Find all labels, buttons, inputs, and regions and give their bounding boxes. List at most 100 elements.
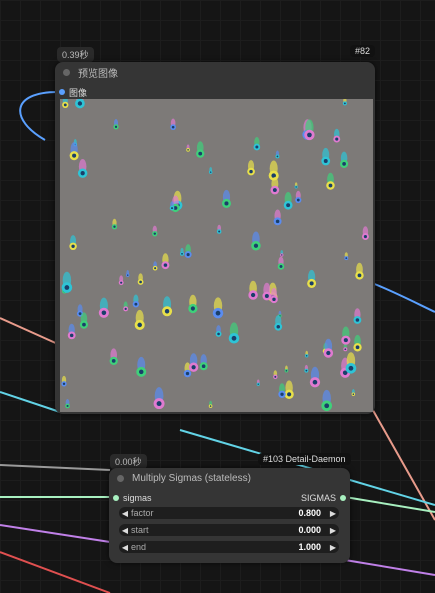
end-label: end xyxy=(131,542,147,552)
image-input-dot-icon[interactable] xyxy=(59,89,65,95)
start-label: start xyxy=(131,525,149,535)
sigmas-input-label: sigmas xyxy=(123,493,152,503)
noise-blob xyxy=(304,364,309,373)
noise-blob xyxy=(208,400,213,408)
noise-blob xyxy=(295,190,302,204)
preview-node-header[interactable]: 预览图像 xyxy=(55,62,375,82)
noise-blob xyxy=(221,189,231,208)
noise-blob xyxy=(283,191,293,210)
noise-blob xyxy=(321,147,331,166)
noise-blob xyxy=(136,356,147,377)
noise-blob xyxy=(256,379,260,386)
collapse-dot-icon[interactable] xyxy=(117,474,124,482)
noise-blob xyxy=(152,225,158,237)
noise-blob xyxy=(162,296,173,317)
noise-blob xyxy=(342,99,347,106)
noise-blob xyxy=(123,301,129,312)
noise-blob xyxy=(353,308,362,324)
image-input-label: 图像 xyxy=(69,87,88,98)
noise-blob xyxy=(274,315,283,331)
wire-image-input xyxy=(0,0,12,60)
noise-blob xyxy=(284,380,294,399)
preview-image-content xyxy=(61,99,369,412)
noise-blob xyxy=(186,144,190,152)
noise-blob xyxy=(353,334,362,352)
noise-blob xyxy=(253,137,261,151)
noise-blob xyxy=(109,348,118,365)
sigmas-output-label: SIGMAS xyxy=(300,493,336,503)
noise-blob xyxy=(277,256,285,270)
end-widget[interactable]: ◀ end 1.000 ▶ xyxy=(119,541,339,553)
sigmas-input-dot-icon[interactable] xyxy=(113,495,119,501)
noise-blob xyxy=(326,172,335,190)
wire-blue-to-preview xyxy=(19,91,59,141)
preview-node-time-badge: 0.39秒 xyxy=(57,47,94,62)
noise-blob xyxy=(170,118,176,131)
sigmas-node-time-badge: 0.00秒 xyxy=(110,454,147,469)
start-widget[interactable]: ◀ start 0.000 ▶ xyxy=(119,524,339,536)
noise-blob xyxy=(62,99,69,109)
decrement-arrow-icon[interactable]: ◀ xyxy=(119,526,131,535)
wire-gray xyxy=(0,464,111,471)
noise-blob xyxy=(280,250,284,257)
multiply-sigmas-node[interactable]: Multiply Sigmas (stateless) sigmas SIGMA… xyxy=(109,468,350,563)
noise-blob xyxy=(309,366,321,388)
noise-blob xyxy=(152,261,158,271)
wire-blue-right xyxy=(371,282,435,313)
factor-label: factor xyxy=(131,508,154,518)
start-value[interactable]: 0.000 xyxy=(298,525,321,535)
noise-blob xyxy=(212,297,224,319)
noise-blob xyxy=(111,218,118,230)
noise-blob xyxy=(321,389,333,412)
preview-node-title: 预览图像 xyxy=(78,68,118,80)
noise-blob xyxy=(69,142,79,161)
noise-blob xyxy=(69,235,77,251)
increment-arrow-icon[interactable]: ▶ xyxy=(327,543,339,552)
noise-blob xyxy=(61,375,67,387)
noise-blob xyxy=(351,389,356,396)
noise-blob xyxy=(341,326,351,345)
noise-blob xyxy=(275,150,280,159)
noise-blob xyxy=(216,224,222,234)
increment-arrow-icon[interactable]: ▶ xyxy=(327,526,339,535)
factor-value[interactable]: 0.800 xyxy=(298,508,321,518)
noise-blob xyxy=(361,226,369,241)
collapse-dot-icon[interactable] xyxy=(63,68,70,76)
noise-blob xyxy=(77,158,88,178)
factor-widget[interactable]: ◀ factor 0.800 ▶ xyxy=(119,507,339,519)
noise-blob xyxy=(65,399,70,409)
noise-blob xyxy=(67,323,76,340)
noise-blob xyxy=(118,275,124,286)
end-value[interactable]: 1.000 xyxy=(298,542,321,552)
sigmas-node-title: Multiply Sigmas (stateless) xyxy=(132,472,251,484)
noise-blob xyxy=(188,353,199,372)
increment-arrow-icon[interactable]: ▶ xyxy=(327,509,339,518)
noise-blob xyxy=(278,383,286,398)
noise-blob xyxy=(208,167,213,174)
noise-blob xyxy=(113,119,119,130)
sigmas-node-id-badge: #103 Detail-Daemon xyxy=(258,453,351,465)
decrement-arrow-icon[interactable]: ◀ xyxy=(119,509,131,518)
preview-node-id-badge: #82 xyxy=(350,45,376,57)
noise-blob xyxy=(248,280,258,300)
noise-blob xyxy=(199,354,208,371)
noise-blob xyxy=(345,352,357,374)
wire-red xyxy=(0,551,111,593)
sigmas-node-header[interactable]: Multiply Sigmas (stateless) xyxy=(109,468,350,488)
noise-blob xyxy=(340,151,349,168)
noise-blob xyxy=(188,294,198,314)
noise-blob xyxy=(305,350,309,358)
noise-blob xyxy=(98,297,109,318)
decrement-arrow-icon[interactable]: ◀ xyxy=(119,543,131,552)
image-input-slot[interactable]: 图像 xyxy=(59,86,87,98)
noise-blob xyxy=(215,325,222,337)
noise-blob xyxy=(132,294,140,308)
sigmas-input-slot[interactable]: sigmas xyxy=(113,492,152,504)
noise-blob xyxy=(134,309,145,330)
noise-blob xyxy=(228,322,240,344)
noise-blob xyxy=(307,269,317,288)
sigmas-output-slot[interactable]: SIGMAS xyxy=(301,492,346,504)
sigmas-output-dot-icon[interactable] xyxy=(340,495,346,501)
noise-blob xyxy=(333,128,341,143)
noise-blob xyxy=(323,338,334,358)
